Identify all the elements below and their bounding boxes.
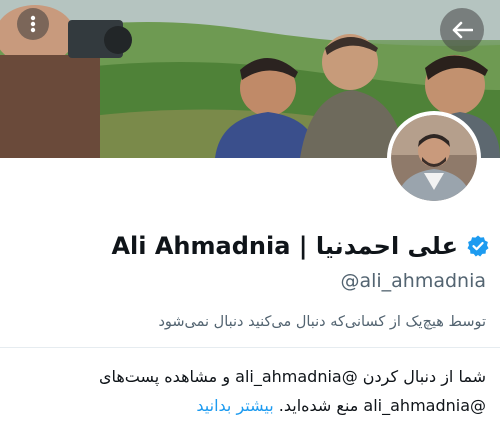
more-vertical-icon [30, 15, 36, 33]
back-button[interactable] [440, 8, 484, 52]
blocked-notice: شما از دنبال کردن @ali_ahmadnia و مشاهده… [6, 362, 486, 420]
profile-avatar[interactable] [387, 111, 481, 205]
profile-display-name: علی احمدنیا | Ali Ahmadnia [111, 226, 490, 266]
display-name-text: علی احمدنیا | Ali Ahmadnia [111, 232, 458, 260]
blocked-notice-line1: شما از دنبال کردن @ali_ahmadnia و مشاهده… [98, 367, 486, 386]
verified-badge-icon [467, 235, 489, 257]
learn-more-link[interactable]: بیشتر بدانید [196, 396, 273, 415]
followed-by-info: توسط هیچ‌یک از کسانی‌که دنبال می‌کنید دن… [158, 314, 486, 330]
blocked-notice-line2: @ali_ahmadnia منع شده‌اید. بیشتر بدانید [6, 391, 486, 420]
blocked-notice-text: @ali_ahmadnia منع شده‌اید. [278, 396, 486, 415]
more-options-button[interactable] [17, 8, 49, 40]
arrow-left-icon [452, 21, 473, 39]
divider [0, 347, 500, 348]
profile-handle: @ali_ahmadnia [340, 270, 486, 292]
avatar-photo [391, 115, 477, 201]
